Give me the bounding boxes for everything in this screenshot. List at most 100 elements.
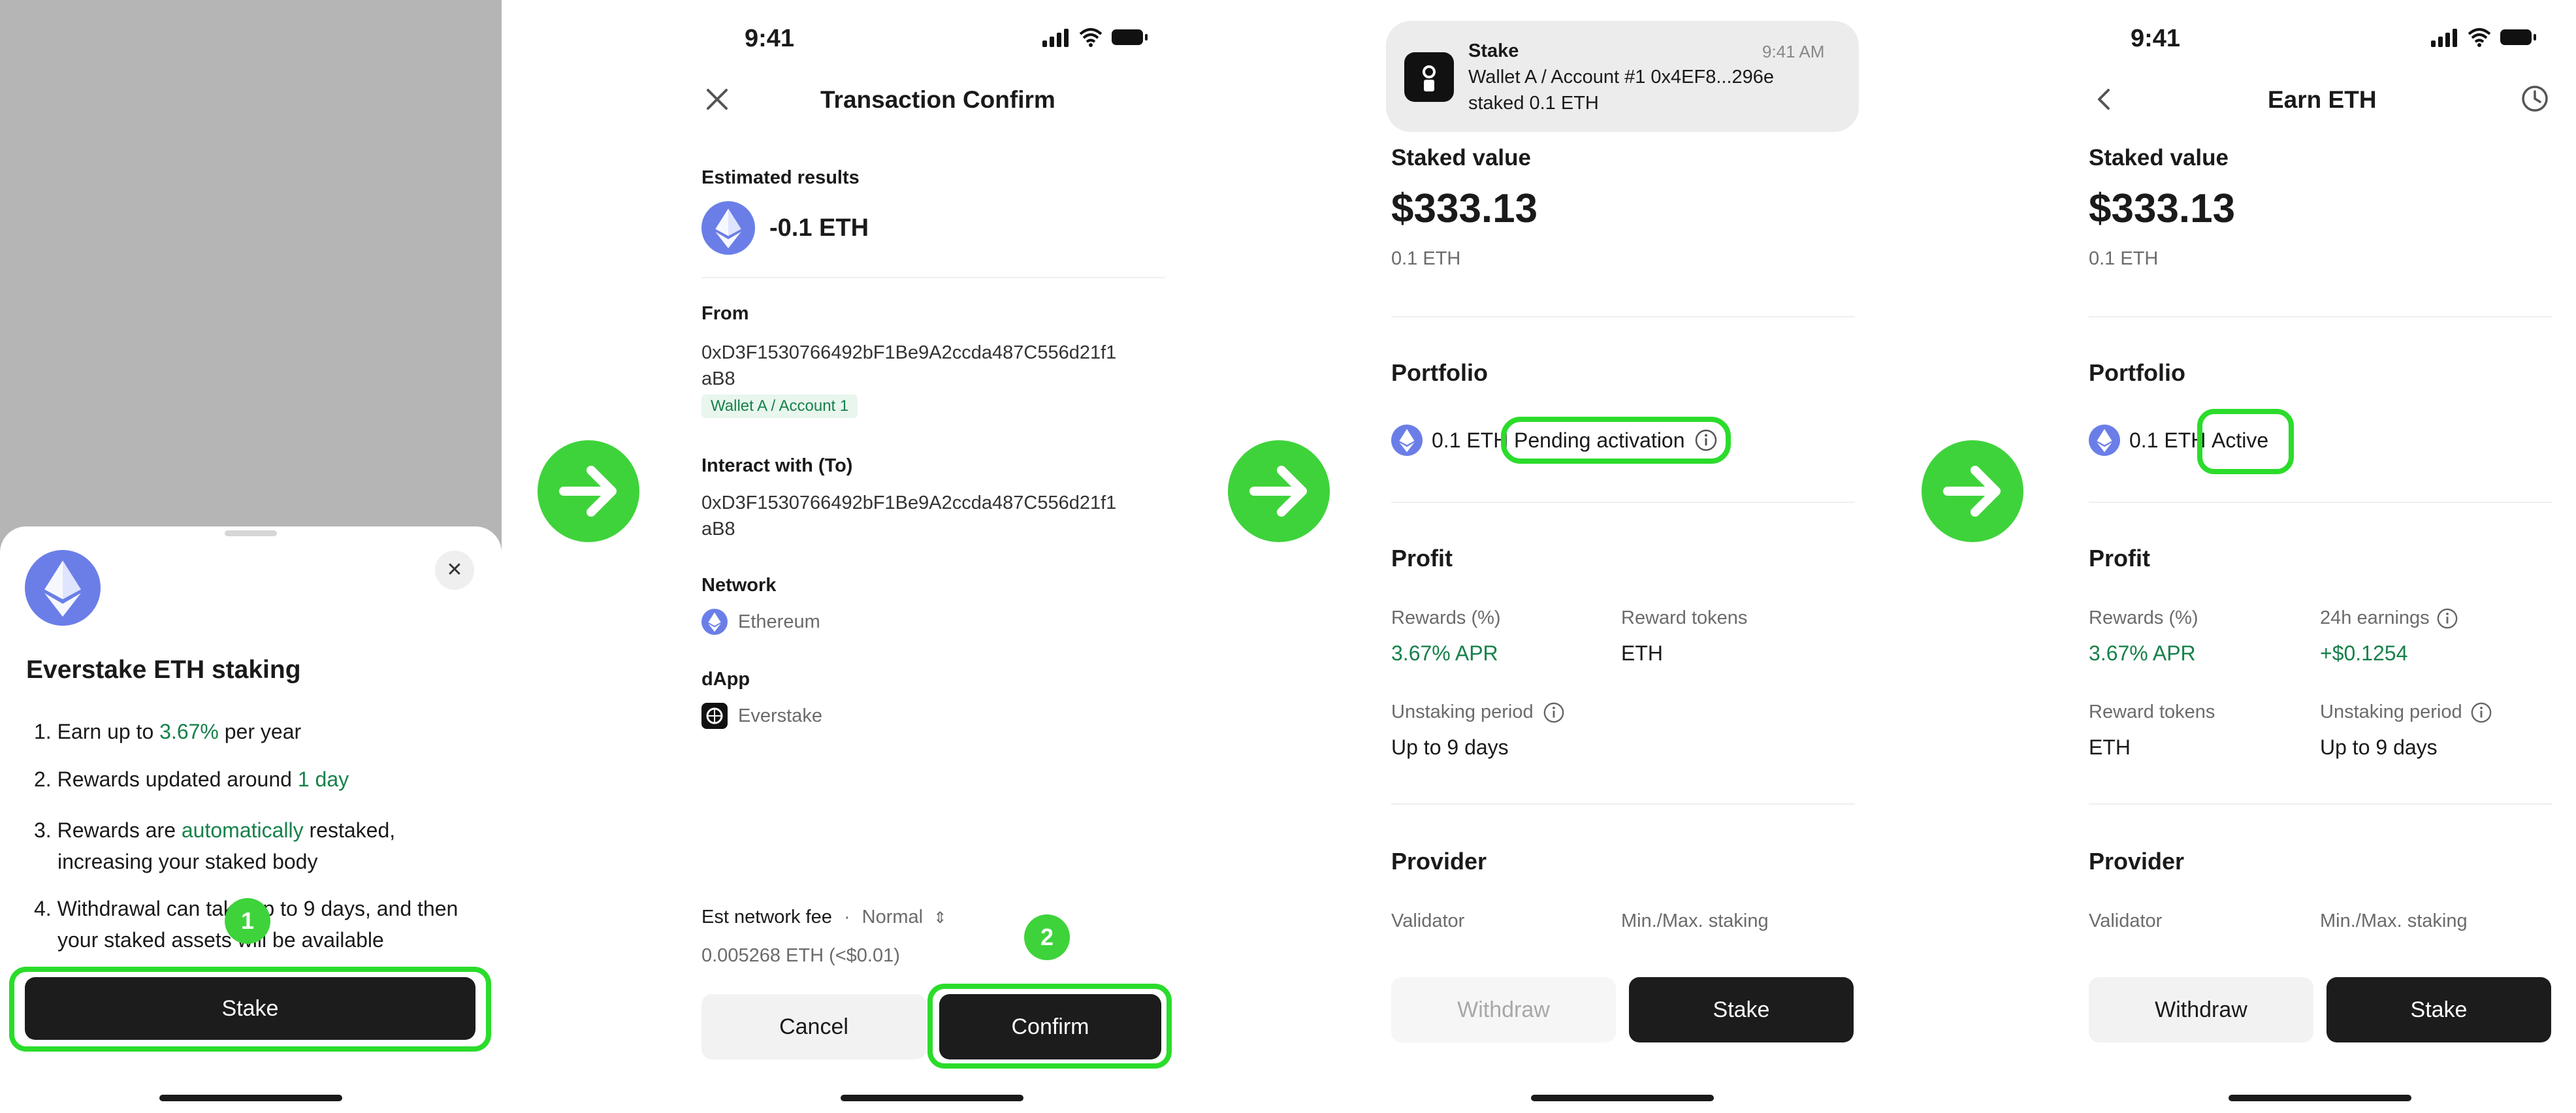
eth-logo-icon: [2089, 425, 2120, 456]
ethereum-network-icon: [701, 609, 728, 635]
from-label: From: [701, 303, 749, 324]
withdraw-button[interactable]: Withdraw: [1391, 977, 1616, 1042]
benefit-item-3: 3. Rewards are automatically restaked, i…: [34, 818, 396, 873]
home-indicator: [2229, 1095, 2411, 1101]
notification-line-1: Wallet A / Account #1 0x4EF8...296e: [1468, 67, 1775, 88]
page-title: Transaction Confirm: [820, 86, 1055, 113]
sheet-stake-button[interactable]: Stake: [25, 977, 475, 1040]
status-badge: Pending activation: [1514, 428, 1685, 452]
cancel-button[interactable]: Cancel: [701, 994, 926, 1059]
validator-label: Validator: [1391, 911, 1465, 931]
unstaking-label: Unstaking period: [2320, 702, 2462, 722]
to-label: Interact with (To): [701, 455, 853, 476]
provider-label: Provider: [2089, 848, 2185, 875]
close-button[interactable]: [703, 85, 732, 114]
everstake-dapp-icon: [701, 703, 728, 729]
unstaking-label: Unstaking period: [1391, 702, 1534, 722]
history-button[interactable]: [2520, 84, 2550, 114]
flow-arrow-2: [1228, 440, 1330, 542]
arrow-right-icon: [1943, 466, 2001, 517]
chevron-left-icon: [2098, 89, 2110, 110]
wallet-tag: Wallet A / Account 1: [701, 395, 858, 418]
chevron-updown-icon: ⇕: [933, 909, 947, 927]
portfolio-label: Portfolio: [1391, 359, 1488, 386]
divider: [701, 277, 1165, 278]
divider: [2089, 316, 2552, 317]
staked-value-usd: $333.13: [2089, 186, 2236, 231]
eth-logo-icon: [701, 201, 755, 255]
staked-value-eth: 0.1 ETH: [2089, 248, 2159, 269]
portfolio-amount: 0.1 ETH: [2129, 428, 2206, 452]
estimated-label: Estimated results: [701, 167, 860, 188]
info-icon[interactable]: [1543, 702, 1565, 724]
rewards-value: 3.67% APR: [2089, 641, 2196, 665]
sheet-drag-handle[interactable]: [225, 530, 277, 536]
close-sheet-button[interactable]: ✕: [435, 551, 474, 590]
step-badge-1: 1: [225, 898, 270, 944]
notification-app-name: Stake: [1468, 40, 1519, 61]
divider: [2089, 502, 2552, 503]
scroll-fade: [1372, 944, 1868, 968]
home-indicator: [841, 1095, 1023, 1101]
back-button[interactable]: [2090, 85, 2119, 114]
eth-logo-icon: [1391, 425, 1423, 456]
close-icon: ✕: [446, 559, 463, 581]
portfolio-label: Portfolio: [2089, 359, 2185, 386]
staked-value-label: Staked value: [2089, 145, 2229, 170]
rewards-value: 3.67% APR: [1391, 641, 1498, 665]
reward-tokens-label: Reward tokens: [1621, 607, 1748, 628]
sheet-title: Everstake ETH staking: [26, 656, 301, 684]
reward-tokens-label: Reward tokens: [2089, 702, 2215, 722]
info-icon[interactable]: [2470, 702, 2492, 724]
divider: [1391, 803, 1855, 805]
stake-button[interactable]: Stake: [1629, 977, 1854, 1042]
benefit-item-2: 2. Rewards updated around 1 day: [34, 767, 349, 791]
withdraw-button[interactable]: Withdraw: [2089, 977, 2313, 1042]
staked-value-label: Staked value: [1391, 145, 1531, 170]
divider: [1391, 502, 1855, 503]
network-label: Network: [701, 575, 777, 596]
divider: [1391, 316, 1855, 317]
benefit-item-1: 1. Earn up to 3.67% per year: [34, 720, 302, 743]
notification-line-2: staked 0.1 ETH: [1468, 93, 1599, 114]
arrow-right-icon: [1249, 466, 1307, 517]
earnings-value: +$0.1254: [2320, 641, 2408, 665]
scroll-fade: [2070, 944, 2567, 968]
staked-value-usd: $333.13: [1391, 186, 1538, 231]
unstaking-value: Up to 9 days: [2320, 735, 2438, 759]
profit-label: Profit: [1391, 545, 1453, 572]
portfolio-amount: 0.1 ETH: [1432, 428, 1509, 452]
confirm-button[interactable]: Confirm: [939, 994, 1161, 1059]
rewards-label: Rewards (%): [2089, 607, 2198, 628]
page-title: Earn ETH: [2268, 86, 2377, 113]
rewards-label: Rewards (%): [1391, 607, 1501, 628]
network-fee-value: 0.005268 ETH (<$0.01): [701, 945, 900, 966]
notification-time: 9:41 AM: [1762, 42, 1825, 61]
status-time: 9:41: [2131, 25, 2181, 52]
stake-app-icon: [1404, 52, 1454, 102]
divider: [2089, 803, 2552, 805]
status-badge: Active: [2212, 428, 2269, 452]
network-fee-row[interactable]: Est network fee · Normal ⇕: [701, 907, 946, 928]
eth-logo-icon: [25, 550, 101, 626]
home-indicator: [159, 1095, 342, 1101]
network-value: Ethereum: [738, 611, 820, 632]
from-address: 0xD3F1530766492bF1Be9A2ccda487C556d21f1 a…: [701, 342, 1117, 389]
minmax-label: Min./Max. staking: [1621, 911, 1769, 931]
status-icons: [2430, 26, 2541, 48]
close-icon: [707, 89, 728, 110]
stake-button[interactable]: Stake: [2326, 977, 2551, 1042]
reward-tokens-value: ETH: [2089, 735, 2131, 759]
to-address: 0xD3F1530766492bF1Be9A2ccda487C556d21f1 a…: [701, 492, 1117, 540]
info-icon[interactable]: [2436, 607, 2458, 630]
clock-icon: [2522, 86, 2548, 112]
arrow-right-icon: [559, 466, 617, 517]
staked-value-eth: 0.1 ETH: [1391, 248, 1461, 269]
info-icon[interactable]: [1694, 428, 1718, 452]
earnings-label: 24h earnings: [2320, 607, 2430, 628]
status-time: 9:41: [745, 25, 795, 52]
step-badge-2: 2: [1024, 914, 1070, 960]
status-icons: [1041, 26, 1152, 48]
profit-label: Profit: [2089, 545, 2150, 572]
estimated-value: -0.1 ETH: [769, 214, 869, 242]
